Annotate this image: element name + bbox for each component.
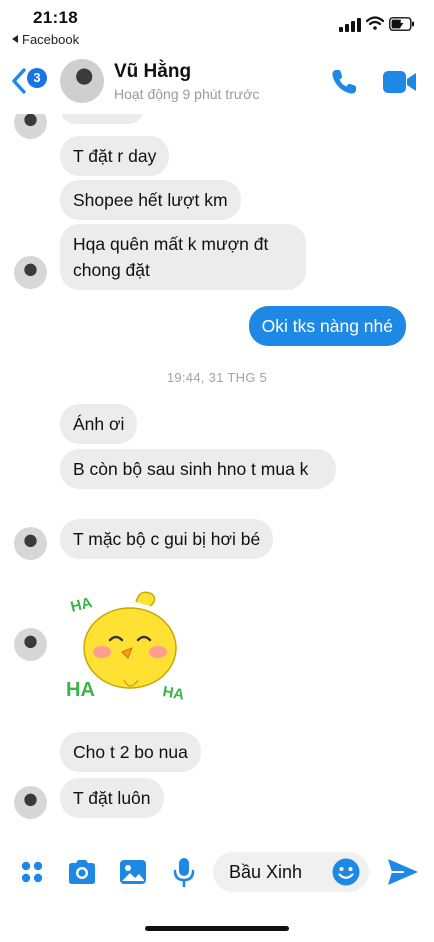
back-app-label: Facebook [22, 32, 80, 47]
message-bubble[interactable]: Cho t 2 bo nua [60, 732, 201, 772]
unread-count-badge: 3 [27, 68, 47, 88]
contact-activity-status: Hoạt động 9 phút trước [114, 86, 260, 102]
sticker-text: HA [69, 594, 94, 616]
message-bubble[interactable]: Shopee hết lượt km [60, 180, 241, 220]
message-bubble[interactable]: T đặt luôn [60, 778, 164, 818]
contact-avatar-small [14, 256, 47, 289]
phone-icon[interactable] [328, 66, 360, 98]
message-bubble[interactable]: T đặt r day [60, 136, 170, 176]
sticker-text: HA [66, 679, 95, 701]
sticker-chick-laughing[interactable]: HA HA HA [64, 584, 194, 704]
message-input[interactable]: Bầu Xinh [213, 852, 369, 892]
home-indicator [145, 926, 289, 931]
back-to-app-link[interactable]: Facebook [12, 32, 79, 47]
message-bubble[interactable]: Ánh ơi [60, 404, 138, 444]
conversation-header: 3 Vũ Hằng Hoạt động 9 phút trước [0, 52, 434, 114]
message-bubble[interactable]: T mặc bộ c gui bị hơi bé [60, 519, 274, 559]
message-composer: Bầu Xinh [0, 840, 434, 942]
microphone-icon[interactable] [168, 856, 200, 888]
sticker-text: HA [161, 683, 185, 704]
apps-grid-icon[interactable] [16, 856, 48, 888]
video-camera-icon[interactable] [382, 68, 418, 96]
message-bubble-cut [60, 114, 144, 124]
contact-avatar-small [14, 114, 47, 139]
message-thread[interactable]: T đặt r day Shopee hết lượt km Hqa quên … [0, 114, 434, 840]
contact-avatar-small [14, 628, 47, 661]
status-time: 21:18 [33, 8, 78, 27]
cellular-signal-icon [339, 18, 363, 32]
back-button[interactable]: 3 [10, 65, 50, 97]
message-timestamp: 19:44, 31 THG 5 [166, 370, 268, 385]
wifi-icon [366, 16, 384, 30]
emoji-icon[interactable] [331, 857, 361, 887]
contact-avatar[interactable] [60, 59, 104, 103]
back-triangle-icon [12, 35, 18, 43]
contact-avatar-small [14, 527, 47, 560]
status-bar: 21:18 Facebook [0, 0, 434, 52]
contact-avatar-small [14, 786, 47, 819]
message-input-text: Bầu Xinh [229, 862, 303, 882]
camera-icon[interactable] [66, 856, 98, 888]
message-bubble[interactable]: B còn bộ sau sinh hno t mua k [60, 449, 336, 489]
contact-name[interactable]: Vũ Hằng [114, 61, 191, 83]
photo-icon[interactable] [117, 856, 149, 888]
send-icon[interactable] [386, 856, 420, 888]
battery-charging-icon [389, 17, 414, 31]
back-chevron-icon [12, 68, 26, 94]
message-bubble[interactable]: Hqa quên mất k mượn đt chong đặt [60, 224, 306, 290]
message-bubble-outgoing[interactable]: Oki tks nàng nhé [248, 306, 406, 346]
